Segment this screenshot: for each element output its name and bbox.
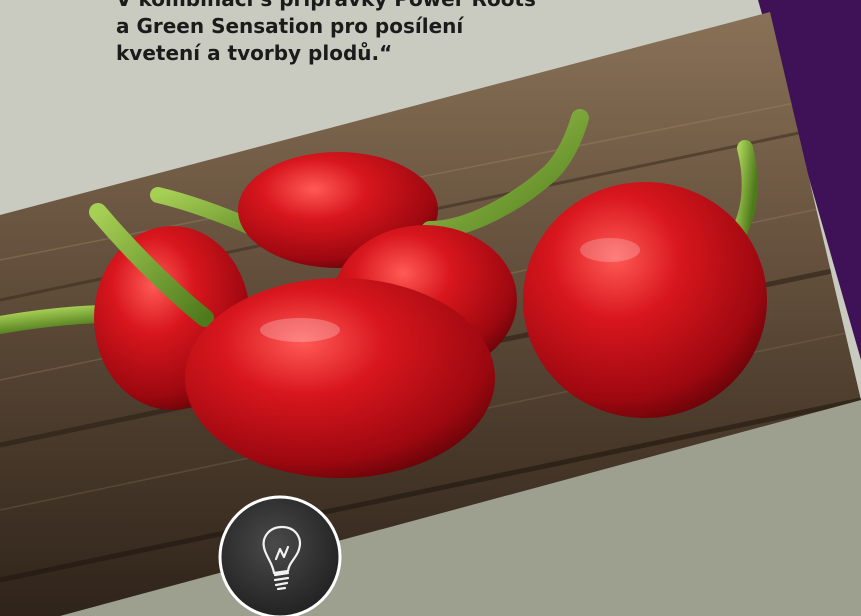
photo-clip-group: [0, 12, 861, 616]
pepper-photo: [0, 12, 861, 616]
badge-circle: [218, 495, 342, 616]
pepper: [523, 182, 767, 418]
pepper-stem: [0, 305, 109, 334]
pepper-highlight: [580, 238, 640, 262]
lightbulb-badge: [218, 495, 342, 616]
quote-line: kvetení a tvorby plodů.“: [116, 41, 393, 65]
quote-line: a Green Sensation pro posílení: [116, 14, 464, 38]
quote-text: V kombinaci s přípravky Power Roots a Gr…: [116, 0, 536, 67]
quote-line: V kombinaci s přípravky Power Roots: [116, 0, 536, 13]
page: V kombinaci s přípravky Power Roots a Gr…: [0, 0, 861, 616]
pepper: [185, 278, 495, 478]
pepper-highlight: [260, 318, 340, 342]
